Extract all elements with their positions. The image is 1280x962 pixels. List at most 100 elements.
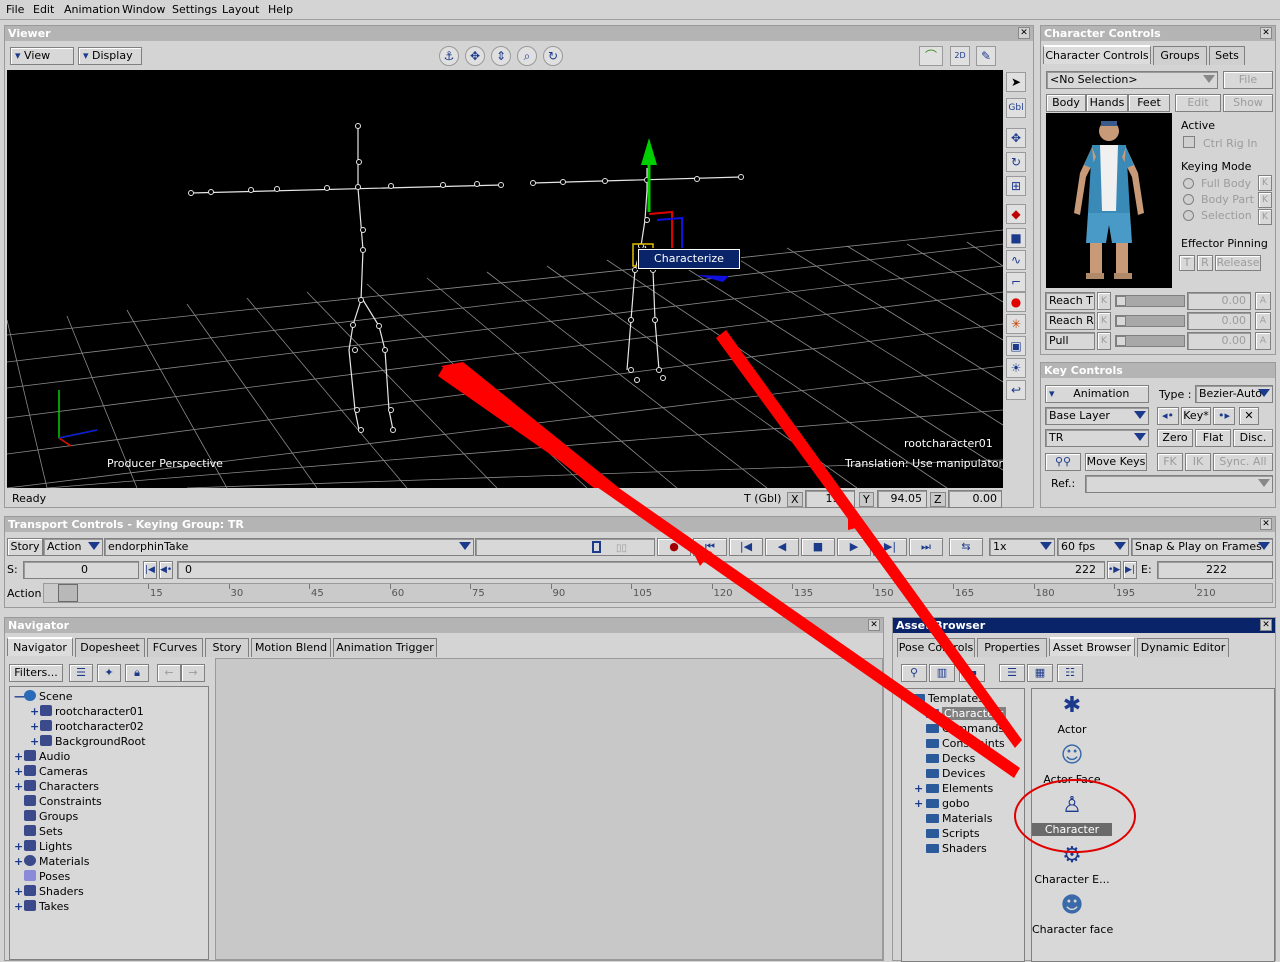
pen-icon[interactable]: ✎	[976, 46, 996, 66]
prev-key-icon[interactable]: |◀	[729, 538, 763, 556]
show-button[interactable]: Show	[1223, 94, 1273, 112]
close-icon[interactable]: ✕	[1260, 518, 1272, 530]
next-key-icon[interactable]: ▶|	[873, 538, 907, 556]
cube-icon[interactable]: ■	[1006, 228, 1026, 248]
tab-asset-browser[interactable]: Asset Browser	[1049, 637, 1135, 656]
loop-icon[interactable]: ⇆	[949, 538, 983, 556]
start-frame-field[interactable]: 0	[23, 561, 139, 579]
camera-icon[interactable]: ▣	[1006, 336, 1026, 356]
step-fwd-key-icon[interactable]: •▶	[1107, 561, 1121, 579]
expand-icon[interactable]: +	[14, 854, 24, 869]
tab-animation-trigger[interactable]: Animation Trigger	[333, 638, 437, 657]
menu-help[interactable]: Help	[268, 3, 293, 16]
orbit-icon[interactable]: ↻	[543, 46, 563, 66]
view-menu-button[interactable]: ▾ View	[10, 47, 74, 65]
characterize-menu-item[interactable]: Characterize	[637, 248, 741, 270]
list-view-icon[interactable]: ☰	[69, 664, 93, 682]
dolly-icon[interactable]: ⇕	[491, 46, 511, 66]
tree-item[interactable]: + rootcharacter02	[30, 719, 144, 734]
stop-icon[interactable]: ■	[801, 538, 835, 556]
filters-button[interactable]: Filters...	[9, 664, 63, 682]
asset-item[interactable]: ⚙ Character E...	[1032, 841, 1112, 889]
gbl-button[interactable]: Gbl	[1006, 98, 1026, 118]
lock-icon[interactable]: 🔒︎	[125, 664, 149, 682]
ctrl-rig-checkbox[interactable]	[1183, 136, 1195, 148]
tab-dopesheet[interactable]: Dopesheet	[75, 638, 145, 657]
tab-character-controls[interactable]: Character Controls	[1043, 45, 1151, 64]
ref-dropdown[interactable]	[1085, 475, 1273, 493]
reach-t-slider[interactable]	[1115, 295, 1185, 307]
tab-properties[interactable]: Properties	[977, 638, 1047, 657]
folder-item[interactable]: Commands	[926, 721, 1004, 736]
pan-icon[interactable]: ✥	[465, 46, 485, 66]
radio-selection[interactable]	[1183, 210, 1194, 221]
tree-item[interactable]: Poses	[14, 869, 70, 884]
folder-item[interactable]: Devices	[926, 766, 985, 781]
menu-file[interactable]: File	[6, 3, 24, 16]
marker-icon[interactable]: ✳	[1006, 314, 1026, 334]
delete-key-icon[interactable]: ✕	[1239, 407, 1259, 425]
next-key-button[interactable]: •▸	[1213, 407, 1235, 425]
tab-groups[interactable]: Groups	[1153, 46, 1207, 65]
columns-icon[interactable]: ▥	[929, 664, 955, 682]
folder-item[interactable]: + Elements	[914, 781, 993, 796]
reach-r-value[interactable]: 0.00	[1187, 312, 1251, 330]
forward-arrow-icon[interactable]: →	[181, 664, 205, 682]
snap-dropdown[interactable]: Snap & Play on Frames	[1131, 538, 1273, 556]
action-mode-dropdown[interactable]: Action	[43, 538, 103, 556]
expand-icon[interactable]: +	[14, 899, 24, 914]
rotate-icon[interactable]: ↻	[1006, 152, 1026, 172]
hook-icon[interactable]: ↩	[1006, 380, 1026, 400]
pull-key[interactable]: K	[1097, 332, 1111, 350]
icon-view-icon[interactable]: ☷	[1057, 664, 1083, 682]
fk-button[interactable]: FK	[1157, 453, 1183, 471]
folder-item[interactable]: Decks	[926, 751, 975, 766]
folder-item[interactable]: Shaders	[926, 841, 987, 856]
tree-item[interactable]: + Takes	[14, 899, 69, 914]
folder-item-selected[interactable]: Characters	[926, 706, 1007, 721]
2d-zoom-icon[interactable]: 2D	[950, 46, 970, 66]
layer-dropdown[interactable]: Base Layer	[1045, 407, 1149, 425]
tree-item[interactable]: + BackgroundRoot	[30, 734, 146, 749]
scale-icon[interactable]: ⊞	[1006, 176, 1026, 196]
path-icon[interactable]: ⌐	[1006, 272, 1026, 292]
reach-r-a[interactable]: A	[1255, 312, 1271, 330]
radio-body-part[interactable]	[1183, 194, 1194, 205]
list-view-icon[interactable]: ☰	[999, 664, 1025, 682]
timeline-ruler[interactable]: 15 30 45 60 75 90 105 120 135 150 165 180 195 210	[43, 583, 1273, 603]
release-button[interactable]: Release	[1215, 255, 1261, 271]
pull-value[interactable]: 0.00	[1187, 332, 1251, 350]
folder-item[interactable]: Templates	[912, 691, 984, 706]
viewport-3d[interactable]: Characterize rootcharacter01 Producer Pe…	[7, 70, 1003, 488]
asset-item[interactable]: ♙ Character	[1032, 791, 1112, 839]
close-icon[interactable]: ✕	[1260, 27, 1272, 39]
goto-start-icon[interactable]: ⏮	[693, 538, 727, 556]
expand-icon[interactable]: +	[30, 734, 40, 749]
tree-item[interactable]: — Scene	[14, 689, 73, 704]
pin-r-button[interactable]: R	[1197, 255, 1213, 271]
reach-t-slider-thumb[interactable]	[1116, 296, 1126, 306]
menu-animation[interactable]: Animation	[64, 3, 120, 16]
selection-dropdown[interactable]: <No Selection>	[1046, 71, 1218, 89]
tab-motion-blend[interactable]: Motion Blend	[251, 638, 331, 657]
key-selection-button[interactable]: K	[1258, 209, 1272, 225]
expand-icon[interactable]: +	[14, 749, 24, 764]
end-frame-field[interactable]: 222	[1157, 561, 1273, 579]
expand-icon[interactable]: +	[14, 884, 24, 899]
character-figure-image[interactable]	[1046, 113, 1172, 288]
zero-button[interactable]: Zero	[1157, 429, 1193, 447]
expand-icon[interactable]: +	[14, 839, 24, 854]
goto-end-icon[interactable]: ⏭	[909, 538, 943, 556]
expand-icon[interactable]: +	[30, 719, 40, 734]
reach-r-slider[interactable]	[1115, 315, 1185, 327]
tree-item[interactable]: Constraints	[14, 794, 102, 809]
animation-mode-button[interactable]: ▾ Animation	[1045, 385, 1149, 403]
radio-full-body[interactable]	[1183, 178, 1194, 189]
asset-item[interactable]: ✱ Actor	[1032, 691, 1112, 739]
pull-a[interactable]: A	[1255, 332, 1271, 350]
tree-item[interactable]: + Cameras	[14, 764, 88, 779]
y-value-field[interactable]: 94.05	[877, 490, 927, 508]
tree-item[interactable]: + Characters	[14, 779, 99, 794]
step-back-key-icon[interactable]: ◀•	[159, 561, 173, 579]
tab-feet[interactable]: Feet	[1128, 94, 1170, 112]
